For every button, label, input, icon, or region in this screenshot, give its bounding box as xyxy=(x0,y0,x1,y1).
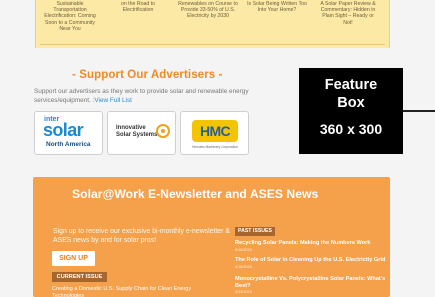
recent-article-link[interactable]: Renewables on Course to Provide 33-50% o… xyxy=(178,1,238,20)
past-issue-title[interactable]: Recycling Solar Panels: Making the Numbe… xyxy=(235,240,395,247)
innovative-solar-systems-advertiser-logo[interactable]: Innovative Solar Systems xyxy=(107,111,176,155)
page: { "top_strip": { "items": [ { "text": "S… xyxy=(0,0,435,297)
innovative-logo-top-text: Innovative xyxy=(116,125,146,131)
past-issue-title[interactable]: Monocrystalline Vs. Polycrystalline Sola… xyxy=(235,276,395,289)
recent-article-link[interactable]: A Solar Paper Review & Commentary: Hidde… xyxy=(318,1,378,26)
strip-divider xyxy=(40,44,385,45)
feature-box-title: Feature xyxy=(324,77,378,93)
intersolar-advertiser-logo[interactable]: inter solar North America xyxy=(34,111,103,155)
current-issue-badge: CURRENT ISSUE xyxy=(52,272,107,282)
signup-button[interactable]: SIGN UP xyxy=(52,251,95,266)
feature-box-ad[interactable]: Feature Box 360 x 300 xyxy=(299,68,403,154)
past-issue-date: 4/18/2023 xyxy=(235,264,252,269)
view-full-list-link[interactable]: View Full List xyxy=(94,97,132,104)
recent-article-link[interactable]: Is Solar Being Written Too Into Your Hom… xyxy=(247,1,307,13)
past-issues-badge: PAST ISSUES xyxy=(235,227,275,236)
newsletter-signup-text: Sign up to receive our exclusive bi-mont… xyxy=(53,228,230,245)
support-advertisers-text: Support our advertisers as they work to … xyxy=(34,88,249,104)
innovative-logo-text: Innovative Solar Systems xyxy=(116,125,157,138)
innovative-logo-bottom-text: Solar Systems xyxy=(116,131,158,138)
recent-article-link[interactable]: on the Road to Electrification xyxy=(108,1,168,13)
recent-article-link[interactable]: Sustainable Transportation Electrificati… xyxy=(40,1,100,32)
support-advertisers-title: - Support Our Advertisers - xyxy=(72,69,223,81)
sun-icon xyxy=(156,124,170,138)
feature-box-subtitle: Box xyxy=(337,95,365,111)
feature-box-pointer-line xyxy=(403,110,435,112)
intersolar-logo-subtitle: North America xyxy=(46,141,91,148)
hmc-advertiser-logo[interactable]: HMC Hercules Machinery Corporation xyxy=(180,111,249,155)
hmc-logo-mark: HMC xyxy=(192,120,238,142)
recent-articles-strip: Sustainable Transportation Electrificati… xyxy=(35,0,390,48)
feature-box-dimensions: 360 x 300 xyxy=(319,121,383,137)
support-description: Support our advertisers as they work to … xyxy=(34,88,249,104)
past-issue-item[interactable]: Monocrystalline Vs. Polycrystalline Sola… xyxy=(235,276,395,295)
past-issue-date: 5/18/2023 xyxy=(235,247,252,252)
past-issue-title[interactable]: The Role of Solar in Cleaning Up the U.S… xyxy=(235,257,395,264)
hmc-logo-subtitle: Hercules Machinery Corporation xyxy=(192,145,238,149)
past-issue-date: 3/13/2023 xyxy=(235,290,252,295)
newsletter-title: Solar@Work E-Newsletter and ASES News xyxy=(72,187,319,201)
current-issue-article-link[interactable]: Creating a Domestic U.S. Supply Chain fo… xyxy=(52,286,212,297)
past-issue-item[interactable]: Recycling Solar Panels: Making the Numbe… xyxy=(235,240,395,252)
intersolar-logo-main-text: solar xyxy=(43,120,84,140)
past-issue-item[interactable]: The Role of Solar in Cleaning Up the U.S… xyxy=(235,257,395,269)
